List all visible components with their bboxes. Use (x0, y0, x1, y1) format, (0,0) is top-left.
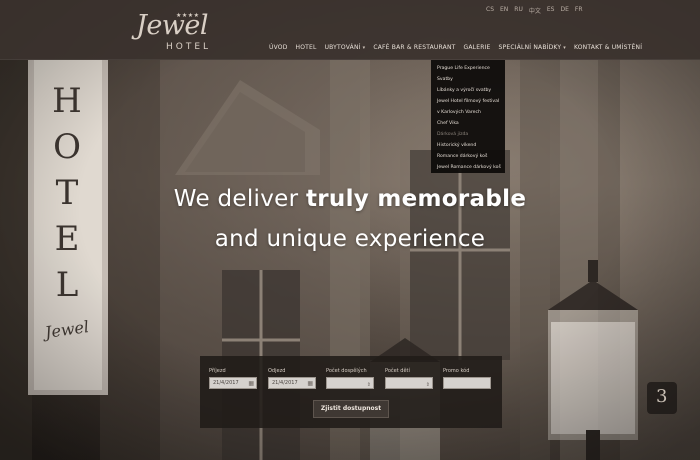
nav-item-label: ÚVOD (269, 44, 288, 51)
adults-label: Počet dospělých (326, 368, 367, 374)
dropdown-item[interactable]: Chef Vika (431, 118, 505, 129)
departure-label: Odjezd (268, 368, 286, 374)
booking-form: Příjezd 21/4/2017 ▦ Odjezd 21/4/2017 ▦ P… (200, 356, 502, 428)
hotel-sign-letter: H (52, 81, 82, 121)
arrival-input[interactable]: 21/4/2017 ▦ (209, 377, 257, 389)
promo-field: Promo kód (443, 368, 491, 389)
arrival-label: Příjezd (209, 368, 226, 374)
nav-item-kontakt[interactable]: KONTAKT & UMÍSTĚNÍ (570, 44, 646, 51)
chevron-down-icon: ▾ (563, 44, 566, 51)
lang-es[interactable]: ES (547, 6, 555, 15)
dropdown-item[interactable]: Historický víkend (431, 140, 505, 151)
dropdown-item[interactable]: Romance dárkový koš (431, 151, 505, 162)
main-nav: ÚVOD HOTEL UBYTOVÁNÍ ▾ CAFÉ BAR & RESTAU… (265, 44, 646, 51)
logo-stars: ★★★★ (176, 12, 200, 19)
hero-headline: We deliver truly memorable (0, 186, 700, 212)
nav-item-label: UBYTOVÁNÍ (324, 44, 361, 51)
nav-item-uvod[interactable]: ÚVOD (265, 44, 292, 51)
dropdown-item[interactable]: Prague Life Experience (431, 63, 505, 74)
check-availability-button[interactable]: Zjistit dostupnost (313, 400, 389, 418)
top-bar: Jewel ★★★★ HOTEL CS EN RU 中文 ES DE FR ÚV… (0, 0, 700, 60)
lang-ru[interactable]: RU (514, 6, 523, 15)
nav-item-label: KONTAKT & UMÍSTĚNÍ (573, 44, 643, 51)
nav-item-hotel[interactable]: HOTEL (292, 44, 321, 51)
hotel-sign-script: Jewel (43, 317, 91, 342)
promo-input[interactable] (443, 377, 491, 389)
arrival-value: 21/4/2017 (213, 380, 239, 386)
children-select[interactable]: ⇕ (385, 377, 433, 389)
hero-headline-light: We deliver (173, 186, 306, 212)
lang-en[interactable]: EN (500, 6, 508, 15)
nav-item-galerie[interactable]: GALERIE (460, 44, 495, 51)
hero-subline: and unique experience (214, 226, 486, 252)
dropdown-item[interactable]: Jewel Romance dárkový koš (431, 162, 505, 173)
house-number: 3 (656, 386, 668, 407)
departure-field: Odjezd 21/4/2017 ▦ (268, 368, 316, 389)
departure-value: 21/4/2017 (272, 380, 298, 386)
lang-cs[interactable]: CS (486, 6, 494, 15)
logo-caps: HOTEL (166, 42, 212, 52)
adults-select[interactable]: ⇕ (326, 377, 374, 389)
arrival-field: Příjezd 21/4/2017 ▦ (209, 368, 257, 389)
adults-field: Počet dospělých ⇕ (326, 368, 374, 389)
dropdown-item[interactable]: Jewel Hotel filmový festival (431, 96, 505, 107)
children-label: Počet dětí (385, 368, 410, 374)
select-arrows-icon: ⇕ (366, 382, 371, 388)
dropdown-item[interactable]: Svatby (431, 74, 505, 85)
children-field: Počet dětí ⇕ (385, 368, 433, 389)
language-switcher: CS EN RU 中文 ES DE FR (486, 6, 583, 15)
hotel-sign-letter: L (55, 265, 79, 305)
promo-label: Promo kód (443, 368, 470, 374)
hotel-sign-letter: O (53, 127, 81, 167)
chevron-down-icon: ▾ (362, 44, 366, 51)
dropdown-item[interactable]: Líbánky a výročí svatby (431, 85, 505, 96)
nav-item-label: HOTEL (295, 44, 317, 51)
dropdown-item[interactable]: v Karlových Varech (431, 107, 505, 118)
nav-item-ubytovani[interactable]: UBYTOVÁNÍ ▾ (321, 44, 370, 51)
nav-item-cafe-bar[interactable]: CAFÉ BAR & RESTAURANT (369, 44, 459, 51)
special-offers-dropdown: Prague Life Experience Svatby Líbánky a … (431, 60, 505, 173)
nav-item-label: SPECIÁLNÍ NABÍDKY (498, 44, 562, 51)
departure-input[interactable]: 21/4/2017 ▦ (268, 377, 316, 389)
nav-item-specialni-nabidky[interactable]: SPECIÁLNÍ NABÍDKY ▾ (495, 44, 570, 51)
lang-zh[interactable]: 中文 (529, 6, 541, 15)
lang-fr[interactable]: FR (575, 6, 583, 15)
lang-de[interactable]: DE (560, 6, 568, 15)
select-arrows-icon: ⇕ (425, 382, 430, 388)
logo[interactable]: Jewel ★★★★ HOTEL (136, 8, 212, 52)
calendar-icon: ▦ (307, 380, 313, 387)
nav-item-label: GALERIE (463, 44, 491, 51)
nav-item-label: CAFÉ BAR & RESTAURANT (373, 44, 456, 51)
dropdown-item[interactable]: Dárková jízda (431, 129, 505, 140)
hero-headline-bold: truly memorable (305, 186, 527, 212)
calendar-icon: ▦ (248, 380, 254, 387)
